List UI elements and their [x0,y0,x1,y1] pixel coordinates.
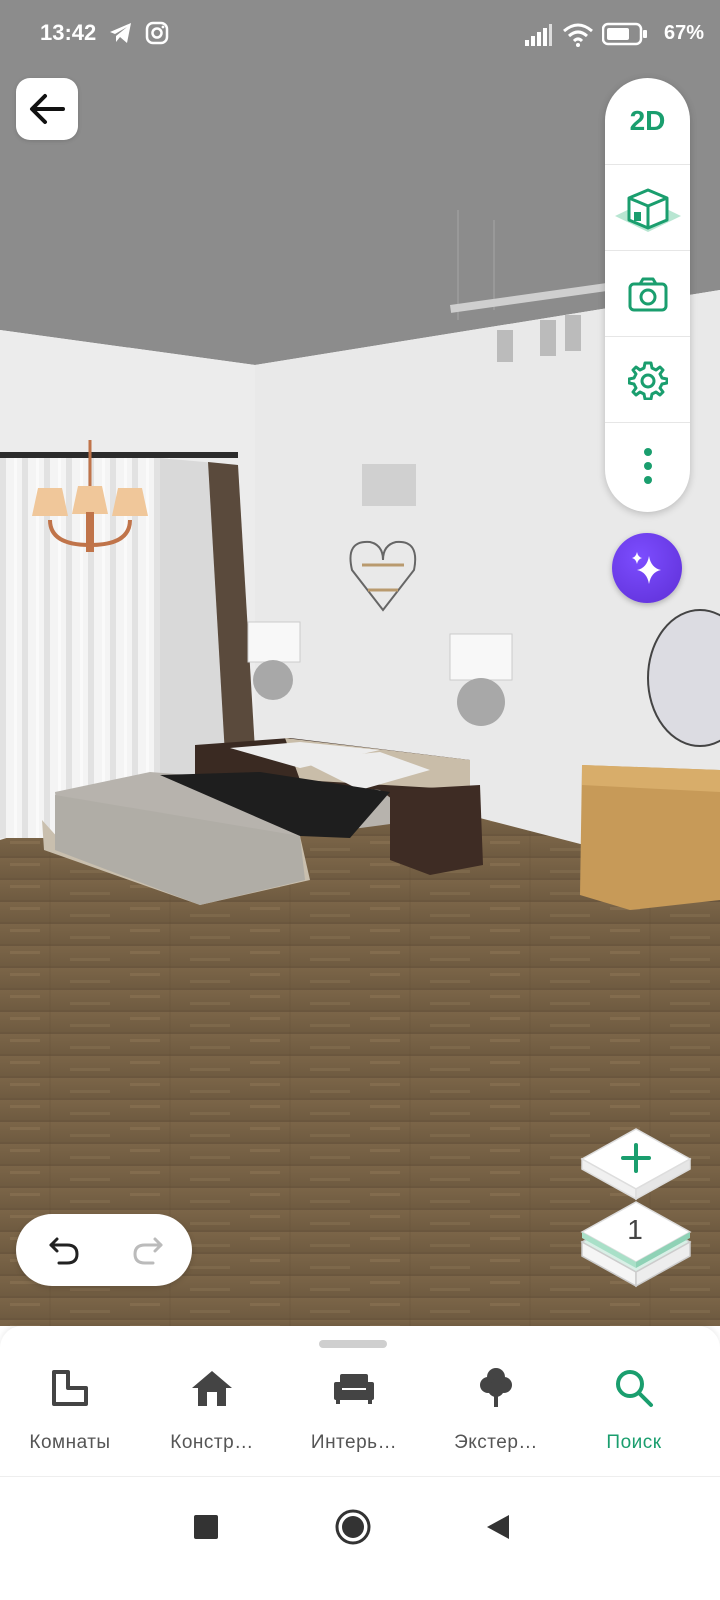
tree-icon [474,1366,518,1410]
settings-button[interactable] [605,336,690,422]
nav-item-rooms[interactable]: Комнаты [0,1366,140,1466]
nav-label-interior: Интерь… [310,1432,398,1453]
recents-button[interactable] [184,1505,228,1549]
add-floor-icon [580,1128,692,1201]
bottom-panel: Комнаты Констр… Интерь… Экстер… Поиск [0,1326,720,1476]
ai-assistant-button[interactable] [612,533,682,603]
redo-icon [133,1237,163,1265]
undo-icon [49,1237,79,1265]
camera-icon [628,277,667,311]
view-3d-button[interactable] [605,164,690,250]
home-button[interactable] [331,1505,375,1549]
panel-drag-handle[interactable] [319,1340,387,1348]
redo-button[interactable] [128,1230,168,1270]
gear-icon [627,361,668,400]
system-back-button[interactable] [476,1505,520,1549]
square-icon [194,1515,218,1539]
view-2d-label: 2D [629,105,666,136]
camera-button[interactable] [605,250,690,336]
3d-house-icon [614,188,681,232]
sparkle-icon [632,552,661,584]
telegram-icon [108,20,134,51]
sofa-icon [332,1366,376,1410]
view-2d-button[interactable]: 2D [605,78,690,164]
battery-percent: 67% [664,22,705,44]
house-icon [190,1366,234,1410]
status-bar: 13:42 67% [0,0,720,70]
arrow-left-icon [30,94,65,124]
status-time: 13:42 [40,20,97,45]
circle-icon [335,1509,371,1545]
instagram-icon [144,20,170,51]
undo-button[interactable] [44,1230,84,1270]
nav-label-search: Поиск [606,1432,662,1453]
triangle-back-icon [487,1515,509,1539]
nav-label-rooms: Комнаты [29,1432,111,1453]
search-icon [612,1366,656,1410]
nav-item-exterior[interactable]: Экстер… [426,1366,566,1466]
nav-label-exterior: Экстер… [454,1432,538,1453]
system-nav-bar [0,1476,720,1600]
back-button[interactable] [16,78,78,140]
more-button[interactable] [605,422,690,508]
app-screen: 13:42 67% 2D 1 Комнаты Констр… Интерь… Э… [0,0,720,1600]
signal-icon [524,24,552,51]
undo-redo-bar [16,1214,192,1286]
add-floor-button[interactable] [580,1123,692,1203]
room-icon [48,1366,92,1410]
floor-number: 1 [627,1214,643,1245]
nav-label-construction: Констр… [170,1432,254,1453]
wifi-icon [562,22,594,53]
nav-item-search[interactable]: Поиск [564,1366,704,1466]
more-vertical-icon [643,447,652,484]
view-toolbar: 2D [605,78,690,512]
nav-item-interior[interactable]: Интерь… [284,1366,424,1466]
battery-icon [601,22,648,51]
nav-item-construction[interactable]: Констр… [142,1366,282,1466]
